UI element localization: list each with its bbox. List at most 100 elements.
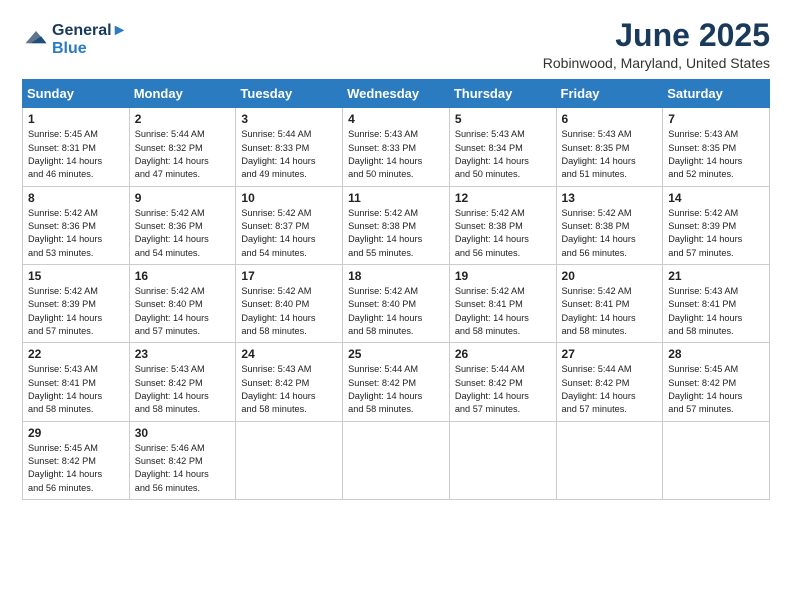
day-info: Sunrise: 5:43 AMSunset: 8:35 PMDaylight:… (668, 128, 764, 181)
table-row: 22 Sunrise: 5:43 AMSunset: 8:41 PMDaylig… (23, 343, 130, 421)
day-info: Sunrise: 5:42 AMSunset: 8:41 PMDaylight:… (562, 285, 658, 338)
header-monday: Monday (129, 80, 236, 108)
calendar: Sunday Monday Tuesday Wednesday Thursday… (22, 79, 770, 500)
day-info: Sunrise: 5:43 AMSunset: 8:33 PMDaylight:… (348, 128, 444, 181)
day-number: 2 (135, 112, 231, 126)
day-number: 22 (28, 347, 124, 361)
day-info: Sunrise: 5:44 AMSunset: 8:32 PMDaylight:… (135, 128, 231, 181)
day-info: Sunrise: 5:43 AMSunset: 8:42 PMDaylight:… (135, 363, 231, 416)
table-row: 25 Sunrise: 5:44 AMSunset: 8:42 PMDaylig… (343, 343, 450, 421)
table-row: 15 Sunrise: 5:42 AMSunset: 8:39 PMDaylig… (23, 264, 130, 342)
calendar-week-row: 1 Sunrise: 5:45 AMSunset: 8:31 PMDayligh… (23, 108, 770, 186)
day-number: 25 (348, 347, 444, 361)
day-number: 14 (668, 191, 764, 205)
day-info: Sunrise: 5:44 AMSunset: 8:42 PMDaylight:… (562, 363, 658, 416)
day-number: 13 (562, 191, 658, 205)
table-row: 20 Sunrise: 5:42 AMSunset: 8:41 PMDaylig… (556, 264, 663, 342)
day-info: Sunrise: 5:44 AMSunset: 8:33 PMDaylight:… (241, 128, 337, 181)
day-info: Sunrise: 5:42 AMSunset: 8:36 PMDaylight:… (135, 207, 231, 260)
header-thursday: Thursday (449, 80, 556, 108)
day-number: 9 (135, 191, 231, 205)
table-row: 11 Sunrise: 5:42 AMSunset: 8:38 PMDaylig… (343, 186, 450, 264)
day-info: Sunrise: 5:42 AMSunset: 8:37 PMDaylight:… (241, 207, 337, 260)
table-row: 24 Sunrise: 5:43 AMSunset: 8:42 PMDaylig… (236, 343, 343, 421)
day-info: Sunrise: 5:45 AMSunset: 8:42 PMDaylight:… (668, 363, 764, 416)
day-info: Sunrise: 5:42 AMSunset: 8:40 PMDaylight:… (241, 285, 337, 338)
day-number: 24 (241, 347, 337, 361)
header-wednesday: Wednesday (343, 80, 450, 108)
table-row: 4 Sunrise: 5:43 AMSunset: 8:33 PMDayligh… (343, 108, 450, 186)
table-row: 21 Sunrise: 5:43 AMSunset: 8:41 PMDaylig… (663, 264, 770, 342)
logo-text: General► Blue (52, 22, 127, 59)
table-row: 5 Sunrise: 5:43 AMSunset: 8:34 PMDayligh… (449, 108, 556, 186)
table-row (236, 421, 343, 499)
calendar-week-row: 29 Sunrise: 5:45 AMSunset: 8:42 PMDaylig… (23, 421, 770, 499)
day-info: Sunrise: 5:45 AMSunset: 8:42 PMDaylight:… (28, 442, 124, 495)
day-number: 8 (28, 191, 124, 205)
page: General► Blue June 2025 Robinwood, Maryl… (0, 0, 792, 612)
day-info: Sunrise: 5:42 AMSunset: 8:41 PMDaylight:… (455, 285, 551, 338)
day-info: Sunrise: 5:42 AMSunset: 8:36 PMDaylight:… (28, 207, 124, 260)
header: General► Blue June 2025 Robinwood, Maryl… (22, 18, 770, 71)
table-row (343, 421, 450, 499)
table-row: 29 Sunrise: 5:45 AMSunset: 8:42 PMDaylig… (23, 421, 130, 499)
day-number: 11 (348, 191, 444, 205)
day-info: Sunrise: 5:42 AMSunset: 8:38 PMDaylight:… (348, 207, 444, 260)
table-row: 13 Sunrise: 5:42 AMSunset: 8:38 PMDaylig… (556, 186, 663, 264)
day-info: Sunrise: 5:42 AMSunset: 8:39 PMDaylight:… (668, 207, 764, 260)
table-row: 28 Sunrise: 5:45 AMSunset: 8:42 PMDaylig… (663, 343, 770, 421)
day-info: Sunrise: 5:44 AMSunset: 8:42 PMDaylight:… (455, 363, 551, 416)
table-row: 17 Sunrise: 5:42 AMSunset: 8:40 PMDaylig… (236, 264, 343, 342)
day-info: Sunrise: 5:43 AMSunset: 8:41 PMDaylight:… (28, 363, 124, 416)
day-info: Sunrise: 5:42 AMSunset: 8:38 PMDaylight:… (455, 207, 551, 260)
table-row (449, 421, 556, 499)
day-number: 7 (668, 112, 764, 126)
day-number: 5 (455, 112, 551, 126)
day-info: Sunrise: 5:42 AMSunset: 8:39 PMDaylight:… (28, 285, 124, 338)
table-row: 1 Sunrise: 5:45 AMSunset: 8:31 PMDayligh… (23, 108, 130, 186)
table-row: 30 Sunrise: 5:46 AMSunset: 8:42 PMDaylig… (129, 421, 236, 499)
table-row: 3 Sunrise: 5:44 AMSunset: 8:33 PMDayligh… (236, 108, 343, 186)
day-number: 16 (135, 269, 231, 283)
table-row: 19 Sunrise: 5:42 AMSunset: 8:41 PMDaylig… (449, 264, 556, 342)
day-info: Sunrise: 5:45 AMSunset: 8:31 PMDaylight:… (28, 128, 124, 181)
logo-icon (22, 24, 50, 52)
day-info: Sunrise: 5:43 AMSunset: 8:34 PMDaylight:… (455, 128, 551, 181)
day-number: 17 (241, 269, 337, 283)
header-tuesday: Tuesday (236, 80, 343, 108)
table-row: 9 Sunrise: 5:42 AMSunset: 8:36 PMDayligh… (129, 186, 236, 264)
day-number: 23 (135, 347, 231, 361)
header-saturday: Saturday (663, 80, 770, 108)
day-info: Sunrise: 5:46 AMSunset: 8:42 PMDaylight:… (135, 442, 231, 495)
day-number: 10 (241, 191, 337, 205)
table-row: 2 Sunrise: 5:44 AMSunset: 8:32 PMDayligh… (129, 108, 236, 186)
table-row: 8 Sunrise: 5:42 AMSunset: 8:36 PMDayligh… (23, 186, 130, 264)
table-row: 26 Sunrise: 5:44 AMSunset: 8:42 PMDaylig… (449, 343, 556, 421)
day-number: 29 (28, 426, 124, 440)
table-row (663, 421, 770, 499)
table-row: 16 Sunrise: 5:42 AMSunset: 8:40 PMDaylig… (129, 264, 236, 342)
calendar-week-row: 15 Sunrise: 5:42 AMSunset: 8:39 PMDaylig… (23, 264, 770, 342)
calendar-week-row: 22 Sunrise: 5:43 AMSunset: 8:41 PMDaylig… (23, 343, 770, 421)
table-row: 14 Sunrise: 5:42 AMSunset: 8:39 PMDaylig… (663, 186, 770, 264)
calendar-week-row: 8 Sunrise: 5:42 AMSunset: 8:36 PMDayligh… (23, 186, 770, 264)
header-sunday: Sunday (23, 80, 130, 108)
table-row: 27 Sunrise: 5:44 AMSunset: 8:42 PMDaylig… (556, 343, 663, 421)
day-info: Sunrise: 5:42 AMSunset: 8:40 PMDaylight:… (135, 285, 231, 338)
day-info: Sunrise: 5:43 AMSunset: 8:35 PMDaylight:… (562, 128, 658, 181)
day-number: 1 (28, 112, 124, 126)
logo: General► Blue (22, 22, 127, 59)
header-friday: Friday (556, 80, 663, 108)
day-info: Sunrise: 5:43 AMSunset: 8:42 PMDaylight:… (241, 363, 337, 416)
day-number: 12 (455, 191, 551, 205)
month-title: June 2025 (543, 18, 770, 53)
day-number: 27 (562, 347, 658, 361)
table-row: 10 Sunrise: 5:42 AMSunset: 8:37 PMDaylig… (236, 186, 343, 264)
table-row (556, 421, 663, 499)
day-number: 26 (455, 347, 551, 361)
day-number: 6 (562, 112, 658, 126)
day-number: 21 (668, 269, 764, 283)
table-row: 18 Sunrise: 5:42 AMSunset: 8:40 PMDaylig… (343, 264, 450, 342)
day-info: Sunrise: 5:44 AMSunset: 8:42 PMDaylight:… (348, 363, 444, 416)
day-number: 4 (348, 112, 444, 126)
